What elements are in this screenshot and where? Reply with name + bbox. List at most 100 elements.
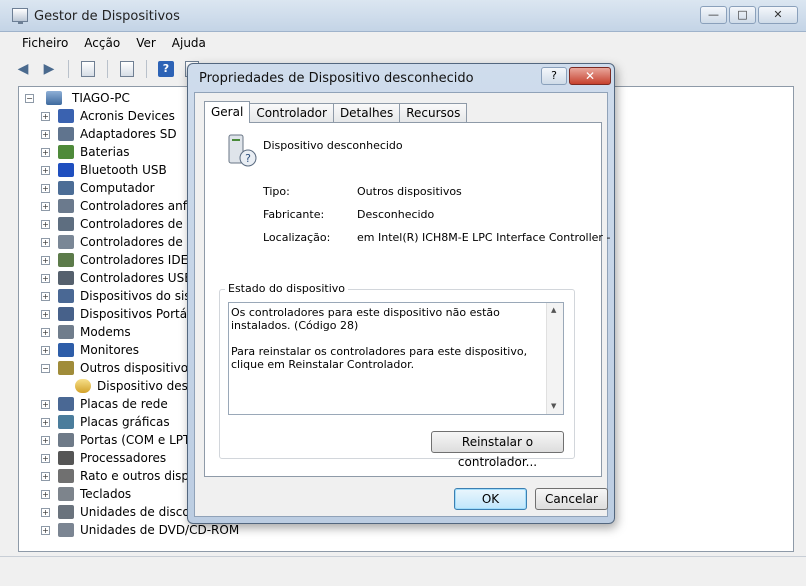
menu-ver[interactable]: Ver [128,34,164,54]
expand-icon[interactable]: + [41,129,50,139]
expand-icon[interactable]: + [41,507,50,517]
dvd-icon [58,523,74,537]
expand-icon[interactable]: + [41,417,50,427]
console-icon[interactable] [77,59,99,79]
tree-item-acronis[interactable]: + Acronis Devices [41,107,175,125]
expand-icon[interactable]: + [41,273,50,283]
expand-icon[interactable]: + [41,201,50,211]
device-status-legend: Estado do dispositivo [225,282,349,295]
monitor-icon [58,343,74,357]
tree-item-network[interactable]: + Placas de rede [41,395,168,413]
bluetooth-icon [58,163,74,177]
disk-icon [58,505,74,519]
menu-ficheiro[interactable]: Ficheiro [14,34,76,54]
expand-icon[interactable]: + [41,453,50,463]
tree-item-portable[interactable]: + Dispositivos Portáteis [41,305,209,323]
collapse-icon[interactable]: − [25,93,34,103]
expand-icon[interactable]: + [41,327,50,337]
usb-icon [58,271,74,285]
tree-item-bluetooth[interactable]: + Bluetooth USB [41,161,167,179]
tree-item-label: Outros dispositivos [80,361,195,375]
graphics-icon [58,415,74,429]
expand-icon[interactable]: + [41,291,50,301]
tree-item-ports[interactable]: + Portas (COM e LPT) [41,431,195,449]
sound-icon [58,235,74,249]
expand-icon[interactable]: + [41,309,50,319]
portable-icon [58,307,74,321]
dialog-help-button[interactable]: ? [541,67,567,85]
tree-item-disk[interactable]: + Unidades de disco [41,503,190,521]
back-arrow-icon[interactable]: ◀ [12,59,34,79]
tab-detalhes[interactable]: Detalhes [332,103,401,123]
tree-item-label: Baterias [80,145,130,159]
device-status-textbox[interactable]: Os controladores para este dispositivo n… [228,302,564,415]
forward-arrow-icon[interactable]: ▶ [38,59,60,79]
status-message-line: Para reinstalar os controladores para es… [231,345,528,371]
expand-icon[interactable]: + [41,525,50,535]
tree-item-other[interactable]: − Outros dispositivos [41,359,194,377]
svg-text:?: ? [245,152,251,165]
status-message-line: Os controladores para este dispositivo n… [231,306,500,332]
computer-icon [58,181,74,195]
status-scrollbar[interactable]: ▲ ▼ [546,303,563,414]
expand-icon[interactable]: + [41,399,50,409]
tree-item-monitor[interactable]: + Monitores [41,341,139,359]
tree-item-modem[interactable]: + Modems [41,323,131,341]
tab-recursos[interactable]: Recursos [399,103,468,123]
tree-item-processor[interactable]: + Processadores [41,449,166,467]
tree-item-computer[interactable]: + Computador [41,179,155,197]
maximize-button[interactable]: □ [729,6,756,24]
tree-item-label: Teclados [80,487,132,501]
tree-item-sd-card[interactable]: + Adaptadores SD [41,125,177,143]
expand-icon[interactable]: + [41,111,50,121]
cancel-button[interactable]: Cancelar [535,488,608,510]
expand-icon[interactable]: + [41,489,50,499]
ports-icon [58,433,74,447]
expand-icon[interactable]: + [41,165,50,175]
close-button[interactable]: ✕ [758,6,798,24]
expand-icon[interactable]: + [41,345,50,355]
processor-icon [58,451,74,465]
prop-label-fabricante: Fabricante: [263,208,325,221]
help-icon[interactable]: ? [155,59,177,79]
expand-icon[interactable]: + [41,147,50,157]
dialog-close-button[interactable]: ✕ [569,67,611,85]
modem-icon [58,325,74,339]
ok-button[interactable]: OK [454,488,527,510]
battery-icon [58,145,74,159]
storage-icon [58,217,74,231]
tree-item-label: Adaptadores SD [80,127,177,141]
prop-value-localizacao: em Intel(R) ICH8M-E LPC Interface Contro… [357,231,611,244]
tree-item-label: Modems [80,325,131,339]
properties-dialog: Propriedades de Dispositivo desconhecido… [187,63,615,524]
prop-value-tipo: Outros dispositivos [357,185,462,198]
computer-name: TIAGO-PC [72,91,130,105]
tree-item-battery[interactable]: + Baterias [41,143,130,161]
tree-root[interactable]: − TIAGO-PC [25,89,130,107]
menu-ajuda[interactable]: Ajuda [164,34,214,54]
reinstall-driver-button[interactable]: Reinstalar o controlador... [431,431,564,469]
expand-icon[interactable]: + [41,183,50,193]
collapse-icon[interactable]: − [41,363,50,373]
expand-icon[interactable]: + [41,471,50,481]
expand-icon[interactable]: + [41,255,50,265]
tree-item-graphics[interactable]: + Placas gráficas [41,413,170,431]
computer-icon [46,91,62,105]
expand-icon[interactable]: + [41,435,50,445]
minimize-button[interactable]: — [700,6,727,24]
menu-accao[interactable]: Acção [76,34,128,54]
properties-icon[interactable] [116,59,138,79]
tab-strip: Geral Controlador Detalhes Recursos [204,101,468,123]
window-title: Gestor de Dispositivos [34,9,180,24]
toolbar-separator [107,60,108,78]
prop-value-fabricante: Desconhecido [357,208,435,221]
tree-item-keyboard[interactable]: + Teclados [41,485,131,503]
tab-controlador[interactable]: Controlador [249,103,334,123]
warning-icon [75,379,91,393]
expand-icon[interactable]: + [41,237,50,247]
scroll-up-icon[interactable]: ▲ [551,306,556,314]
ide-icon [58,253,74,267]
tab-geral[interactable]: Geral [204,101,251,123]
expand-icon[interactable]: + [41,219,50,229]
scroll-down-icon[interactable]: ▼ [551,402,556,410]
